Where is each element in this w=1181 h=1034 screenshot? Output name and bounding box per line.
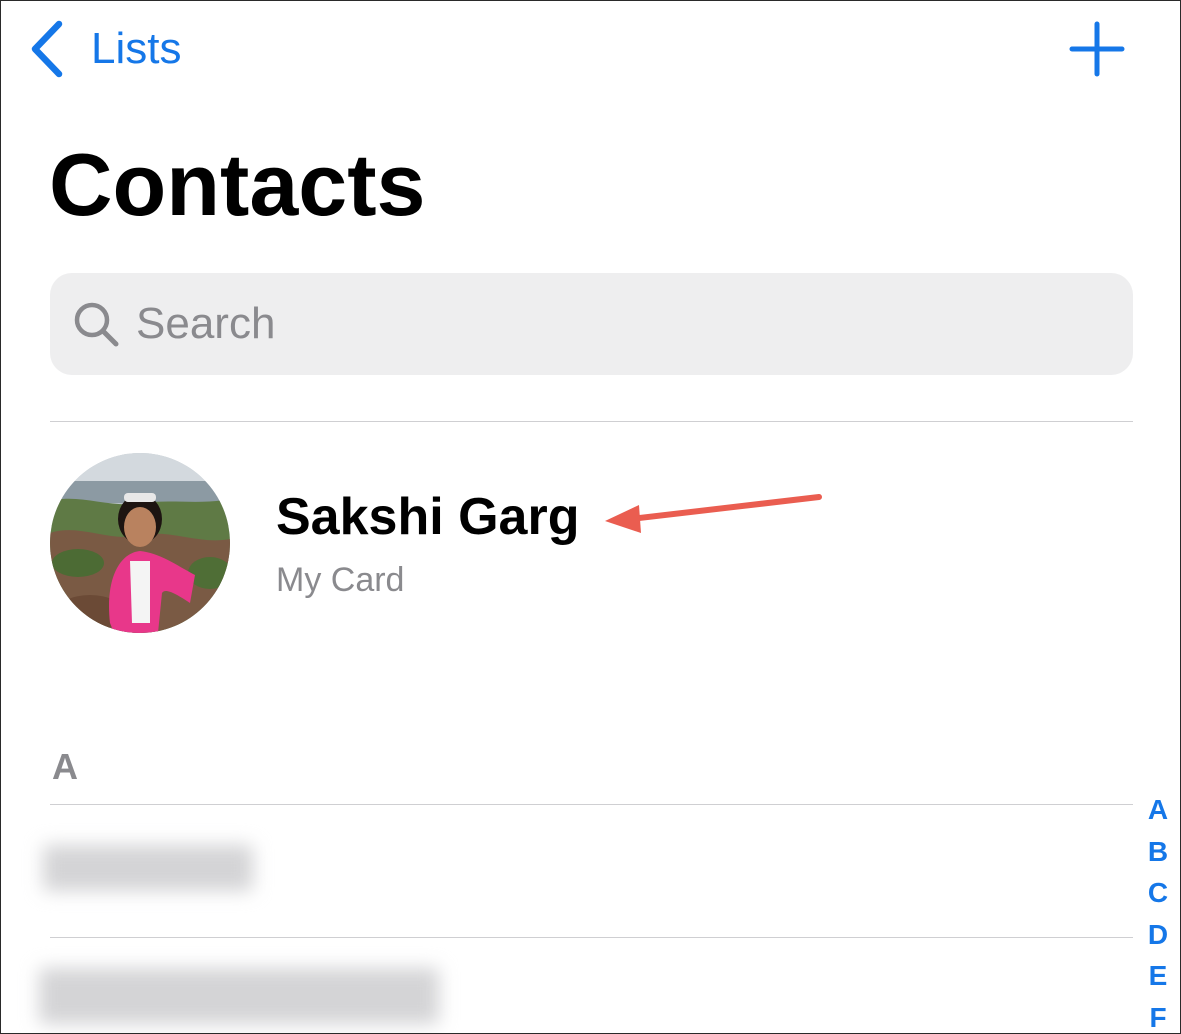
- add-contact-button[interactable]: [1069, 21, 1125, 77]
- section-header: A: [52, 746, 78, 787]
- my-card-name: Sakshi Garg: [276, 488, 580, 546]
- divider: [50, 421, 1133, 422]
- blurred-contact-name: [39, 968, 439, 1024]
- alphabet-index[interactable]: A B C D E F: [1141, 789, 1175, 1034]
- contacts-screen: Lists Contacts Search Sakshi Garg My Car…: [0, 0, 1181, 1034]
- index-letter-d[interactable]: D: [1148, 914, 1168, 956]
- my-card-subtitle: My Card: [276, 561, 405, 599]
- avatar: [50, 453, 230, 633]
- list-item[interactable]: [33, 938, 1133, 1033]
- search-input[interactable]: [136, 299, 1036, 349]
- page-title: Contacts: [49, 135, 426, 234]
- search-bar[interactable]: [50, 273, 1133, 375]
- my-card[interactable]: Sakshi Garg My Card: [50, 441, 1133, 641]
- list-item[interactable]: [33, 805, 1133, 937]
- blurred-contact-name: [43, 845, 253, 891]
- index-letter-f[interactable]: F: [1149, 997, 1166, 1034]
- chevron-left-icon: [31, 20, 63, 78]
- index-letter-b[interactable]: B: [1148, 831, 1168, 873]
- index-letter-a[interactable]: A: [1148, 789, 1168, 831]
- back-label: Lists: [91, 24, 182, 73]
- plus-icon: [1069, 21, 1125, 77]
- avatar-photo: [50, 453, 230, 633]
- index-letter-e[interactable]: E: [1149, 955, 1168, 997]
- index-letter-c[interactable]: C: [1148, 872, 1168, 914]
- search-icon: [74, 302, 119, 347]
- back-to-lists-button[interactable]: Lists: [29, 19, 181, 79]
- annotation-arrow: [605, 494, 822, 533]
